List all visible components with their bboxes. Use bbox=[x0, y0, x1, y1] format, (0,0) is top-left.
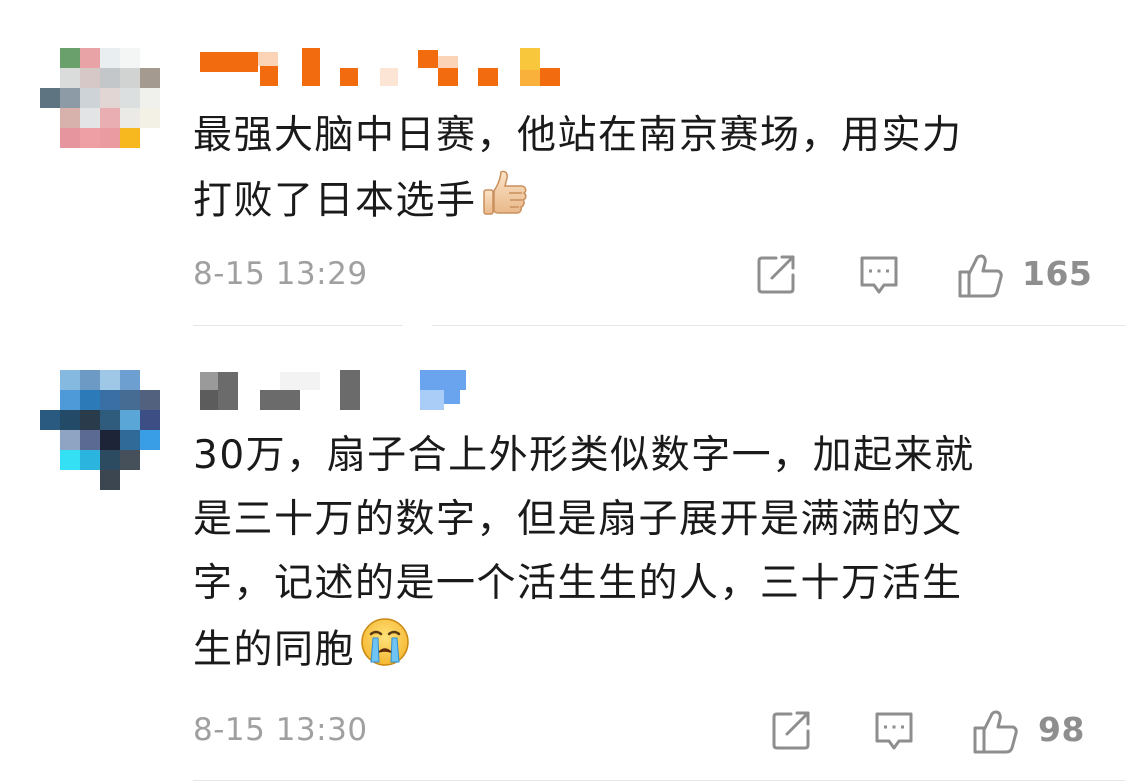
timestamp: 8-15 13:30 bbox=[193, 712, 368, 748]
comment-item: 最强大脑中日赛，他站在南京赛场，用实力 打败了日本选手 8-15 13:29 1… bbox=[0, 0, 1125, 326]
comment-text-line: 打败了日本选手 bbox=[193, 178, 477, 224]
avatar[interactable] bbox=[40, 370, 160, 500]
comment-meta-row: 8-15 13:30 98 bbox=[193, 708, 1085, 754]
comment-text-line: 生的同胞 bbox=[193, 627, 356, 673]
comment-text-line: 是三十万的数字，但是扇子展开是满满的文 bbox=[193, 497, 963, 542]
share-icon bbox=[757, 255, 795, 294]
comment-icon bbox=[860, 256, 898, 294]
divider bbox=[193, 780, 1125, 781]
username-redacted[interactable] bbox=[198, 46, 598, 90]
comment-text-line: 最强大脑中日赛，他站在南京赛场，用实力 bbox=[193, 113, 963, 158]
comment-button[interactable] bbox=[873, 710, 915, 750]
share-button[interactable] bbox=[771, 710, 813, 750]
crying-face-emoji-icon bbox=[359, 616, 411, 688]
comment-text-line: 字，记述的是一个活生生的人，三十万活生 bbox=[193, 561, 963, 606]
like-button[interactable] bbox=[973, 710, 1019, 754]
comment-meta-row: 8-15 13:29 165 bbox=[193, 252, 1092, 298]
comment-text: 30万，扇子合上外形类似数字一，加起来就 是三十万的数字，但是扇子展开是满满的文… bbox=[193, 424, 1073, 688]
username-redacted[interactable] bbox=[198, 368, 598, 412]
share-button[interactable] bbox=[756, 254, 798, 294]
like-button[interactable] bbox=[958, 254, 1004, 298]
comment-icon bbox=[875, 712, 913, 750]
avatar[interactable] bbox=[40, 48, 160, 158]
thumbs-up-icon bbox=[958, 254, 1003, 298]
like-count: 98 bbox=[1038, 710, 1085, 749]
comment-item: 30万，扇子合上外形类似数字一，加起来就 是三十万的数字，但是扇子展开是满满的文… bbox=[0, 326, 1125, 783]
comment-text: 最强大脑中日赛，他站在南京赛场，用实力 打败了日本选手 bbox=[193, 104, 1073, 238]
thumbs-up-icon bbox=[973, 710, 1018, 754]
timestamp: 8-15 13:29 bbox=[193, 256, 368, 292]
thumbs-up-emoji-icon bbox=[481, 168, 531, 238]
comment-text-line: 30万，扇子合上外形类似数字一，加起来就 bbox=[193, 433, 975, 478]
share-icon bbox=[772, 711, 810, 750]
comment-button[interactable] bbox=[858, 254, 900, 294]
like-count: 165 bbox=[1022, 254, 1093, 293]
